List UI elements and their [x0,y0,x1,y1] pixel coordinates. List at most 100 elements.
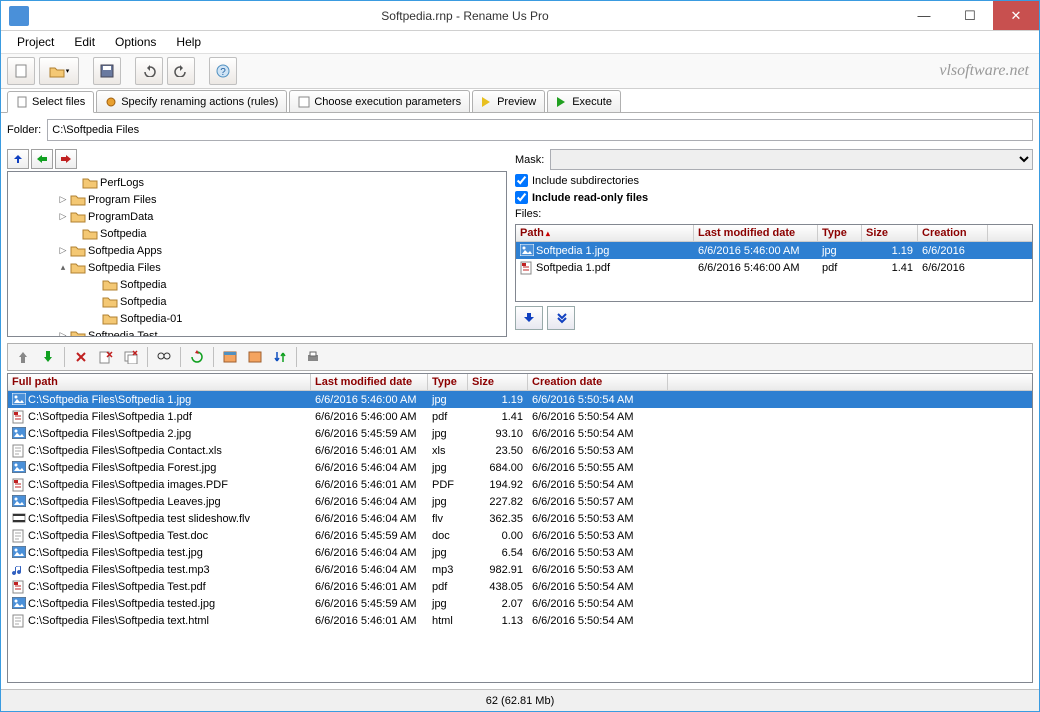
table-row[interactable]: C:\Softpedia Files\Softpedia 1.pdf6/6/20… [8,408,1032,425]
folder-input[interactable] [47,119,1033,141]
folder-icon [70,244,86,258]
delete-button[interactable] [70,346,92,368]
table-row[interactable]: C:\Softpedia Files\Softpedia Test.doc6/6… [8,527,1032,544]
params-icon [298,96,310,108]
tree-item[interactable]: PerfLogs [8,174,504,191]
tree-item-label: ProgramData [88,211,153,223]
menu-help[interactable]: Help [168,33,209,51]
file-icon [12,461,26,475]
file-icon [12,597,26,611]
add-file-button[interactable] [515,306,543,330]
tree-item[interactable]: Softpedia [8,225,504,242]
selected-col-size[interactable]: Size [468,374,528,390]
minimize-button[interactable]: — [901,1,947,30]
table-row[interactable]: C:\Softpedia Files\Softpedia Contact.xls… [8,442,1032,459]
tab-renaming-actions[interactable]: Specify renaming actions (rules) [96,90,287,112]
save-button[interactable] [93,57,121,85]
find-button[interactable] [153,346,175,368]
undo-button[interactable] [135,57,163,85]
tab-execute[interactable]: Execute [547,90,621,112]
table-row[interactable]: Softpedia 1.pdf6/6/2016 5:46:00 AMpdf1.4… [516,259,1032,276]
table-row[interactable]: C:\Softpedia Files\Softpedia Leaves.jpg6… [8,493,1032,510]
table-row[interactable]: Softpedia 1.jpg6/6/2016 5:46:00 AMjpg1.1… [516,242,1032,259]
file-icon [12,580,26,594]
move-up-button[interactable] [12,346,34,368]
tree-item[interactable]: ▷Softpedia Apps [8,242,504,259]
menu-edit[interactable]: Edit [66,33,103,51]
statusbar: 62 (62.81 Mb) [1,689,1039,711]
play-green-icon [556,96,568,108]
sort-button[interactable] [269,346,291,368]
open-project-button[interactable]: ▾ [39,57,79,85]
table-row[interactable]: C:\Softpedia Files\Softpedia 1.jpg6/6/20… [8,391,1032,408]
table-row[interactable]: C:\Softpedia Files\Softpedia images.PDF6… [8,476,1032,493]
include-readonly-label: Include read-only files [532,192,648,204]
expander-icon[interactable]: ▷ [56,330,70,337]
table-row[interactable]: C:\Softpedia Files\Softpedia 2.jpg6/6/20… [8,425,1032,442]
remove-missing-button[interactable] [95,346,117,368]
selected-files-grid[interactable]: Full path Last modified date Type Size C… [7,373,1033,683]
tabbar: Select files Specify renaming actions (r… [1,89,1039,113]
nav-forward-button[interactable] [55,149,77,169]
print-button[interactable] [302,346,324,368]
help-button[interactable]: ? [209,57,237,85]
tree-item[interactable]: ▷Program Files [8,191,504,208]
selected-col-date[interactable]: Last modified date [311,374,428,390]
folder-label: Folder: [7,124,41,136]
tree-item[interactable]: Softpedia [8,293,504,310]
selected-col-path[interactable]: Full path [8,374,311,390]
selected-col-creation[interactable]: Creation date [528,374,668,390]
move-down-button[interactable] [37,346,59,368]
tree-item-label: Softpedia [100,228,146,240]
remove-duplicates-button[interactable] [120,346,142,368]
maximize-button[interactable]: ☐ [947,1,993,30]
expander-icon[interactable]: ▷ [56,245,70,256]
table-row[interactable]: C:\Softpedia Files\Softpedia tested.jpg6… [8,595,1032,612]
expander-icon[interactable]: ▷ [56,211,70,222]
refresh-button[interactable] [186,346,208,368]
expander-icon[interactable]: ▴ [56,262,70,273]
folder-icon [82,227,98,241]
files-col-creation[interactable]: Creation [918,225,988,241]
table-row[interactable]: C:\Softpedia Files\Softpedia Forest.jpg6… [8,459,1032,476]
folder-tree[interactable]: PerfLogs▷Program Files▷ProgramDataSoftpe… [7,171,507,337]
menu-project[interactable]: Project [9,33,62,51]
files-col-path[interactable]: Path [520,227,544,239]
table-row[interactable]: C:\Softpedia Files\Softpedia test.jpg6/6… [8,544,1032,561]
nav-back-button[interactable] [31,149,53,169]
svg-text:?: ? [220,67,226,78]
toolbar: ▾ ? vlsoftware.net [1,53,1039,89]
mask-select[interactable] [550,149,1033,170]
include-readonly-checkbox[interactable] [515,191,528,204]
table-row[interactable]: C:\Softpedia Files\Softpedia test.mp36/6… [8,561,1032,578]
nav-up-button[interactable] [7,149,29,169]
tree-item[interactable]: ▷Softpedia Test [8,327,504,337]
tree-item[interactable]: Softpedia [8,276,504,293]
tree-item[interactable]: Softpedia-01 [8,310,504,327]
folder-icon [102,278,118,292]
add-all-files-button[interactable] [547,306,575,330]
files-col-type[interactable]: Type [818,225,862,241]
sort-arrow-icon: ▴ [546,229,550,238]
tab-select-files[interactable]: Select files [7,91,94,113]
tree-item[interactable]: ▷ ProgramData [8,208,504,225]
close-button[interactable]: ✕ [993,1,1039,30]
new-project-button[interactable] [7,57,35,85]
tab-preview[interactable]: Preview [472,90,545,112]
table-row[interactable]: C:\Softpedia Files\Softpedia test slides… [8,510,1032,527]
tree-item[interactable]: ▴Softpedia Files [8,259,504,276]
tab-execution-params[interactable]: Choose execution parameters [289,90,470,112]
select-none-button[interactable] [244,346,266,368]
redo-button[interactable] [167,57,195,85]
menu-options[interactable]: Options [107,33,164,51]
include-subdirs-checkbox[interactable] [515,174,528,187]
expander-icon[interactable]: ▷ [56,194,70,205]
files-col-date[interactable]: Last modified date [694,225,818,241]
table-row[interactable]: C:\Softpedia Files\Softpedia Test.pdf6/6… [8,578,1032,595]
brand-link[interactable]: vlsoftware.net [939,62,1029,80]
table-row[interactable]: C:\Softpedia Files\Softpedia text.html6/… [8,612,1032,629]
select-all-button[interactable] [219,346,241,368]
files-col-size[interactable]: Size [862,225,918,241]
selected-col-type[interactable]: Type [428,374,468,390]
files-grid[interactable]: Path▴ Last modified date Type Size Creat… [515,224,1033,302]
